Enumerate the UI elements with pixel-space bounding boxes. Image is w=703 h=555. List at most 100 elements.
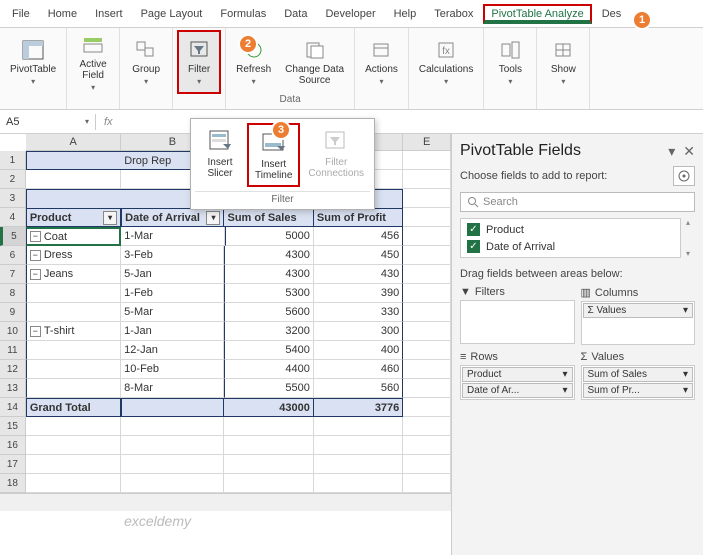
cell[interactable]: −Jeans [26, 265, 121, 284]
row-header[interactable]: 7 [0, 265, 26, 284]
row-header[interactable]: 9 [0, 303, 26, 322]
tools-button[interactable]: Tools ▾ [488, 30, 532, 94]
tab-file[interactable]: File [4, 4, 38, 24]
cell[interactable] [121, 474, 224, 493]
columns-area[interactable]: Σ Values▾ [581, 301, 696, 345]
cell[interactable] [26, 379, 121, 398]
row-header[interactable]: 12 [0, 360, 26, 379]
cell[interactable] [26, 417, 121, 436]
row-header[interactable]: 15 [0, 417, 26, 436]
gear-icon[interactable] [673, 166, 695, 186]
product-header[interactable]: Product▾ [26, 208, 121, 227]
area-item[interactable]: Product▾ [462, 367, 573, 382]
cell[interactable] [403, 189, 451, 208]
fx-icon[interactable]: fx [96, 116, 121, 128]
cell[interactable]: 4300 [224, 246, 313, 265]
cell[interactable] [403, 208, 451, 227]
cell[interactable]: 5300 [224, 284, 313, 303]
cell[interactable]: 8-Mar [121, 379, 224, 398]
cell[interactable]: 5500 [224, 379, 313, 398]
cell[interactable]: 5400 [224, 341, 313, 360]
cell[interactable]: −Dress [26, 246, 121, 265]
cell[interactable] [26, 284, 121, 303]
cell[interactable] [403, 303, 451, 322]
tab-insert[interactable]: Insert [87, 4, 131, 24]
cell[interactable] [26, 170, 121, 189]
row-header[interactable]: 13 [0, 379, 26, 398]
area-item[interactable]: Date of Ar...▾ [462, 383, 573, 398]
cell[interactable]: −Coat [26, 227, 121, 246]
row-header[interactable]: 2 [0, 170, 26, 189]
cell[interactable] [403, 436, 451, 455]
cell[interactable] [403, 341, 451, 360]
sum-profit-header[interactable]: Sum of Profit [314, 208, 403, 227]
cell[interactable] [403, 360, 451, 379]
row-header[interactable]: 4 [0, 208, 26, 227]
horizontal-scrollbar[interactable] [0, 493, 451, 511]
grand-total-label[interactable]: Grand Total [26, 398, 121, 417]
filters-area[interactable] [460, 300, 575, 344]
cell[interactable]: 1-Mar [121, 227, 224, 246]
cell[interactable]: 456 [314, 227, 403, 246]
cell[interactable] [26, 360, 121, 379]
sum-sales-header[interactable]: Sum of Sales [224, 208, 313, 227]
cell[interactable] [26, 436, 121, 455]
group-button[interactable]: Group ▾ [124, 30, 168, 94]
cell[interactable] [26, 303, 121, 322]
cell[interactable] [26, 341, 121, 360]
cell[interactable]: 12-Jan [121, 341, 224, 360]
row-header[interactable]: 10 [0, 322, 26, 341]
field-item-date[interactable]: ✓Date of Arrival [463, 238, 678, 255]
date-header[interactable]: Date of Arrival▾ [121, 208, 224, 227]
cell[interactable] [403, 398, 451, 417]
field-list-scrollbar[interactable]: ▴▾ [681, 218, 695, 258]
cell[interactable] [403, 455, 451, 474]
tab-home[interactable]: Home [40, 4, 85, 24]
active-field-button[interactable]: Active Field ▾ [71, 30, 115, 94]
cell[interactable]: 1-Jan [121, 322, 224, 341]
tab-design[interactable]: Des [594, 4, 630, 24]
cell[interactable]: 450 [314, 246, 403, 265]
cell[interactable] [403, 265, 451, 284]
cell[interactable] [403, 284, 451, 303]
cell[interactable] [224, 417, 313, 436]
row-header[interactable]: 1 [0, 151, 26, 170]
tab-developer[interactable]: Developer [317, 4, 383, 24]
cell[interactable]: 330 [314, 303, 403, 322]
chevron-down-icon[interactable]: ▾ [668, 143, 675, 160]
collapse-icon[interactable]: − [30, 231, 41, 242]
rows-area[interactable]: Product▾ Date of Ar...▾ [460, 365, 575, 400]
col-header-a[interactable]: A [26, 134, 121, 151]
fields-search-input[interactable]: Search [460, 192, 695, 212]
filter-connections-button[interactable]: Filter Connections [302, 123, 370, 187]
row-header[interactable]: 5 [0, 227, 26, 246]
grand-total-profit[interactable]: 3776 [314, 398, 403, 417]
row-header[interactable]: 8 [0, 284, 26, 303]
cell[interactable] [224, 436, 313, 455]
row-header[interactable]: 17 [0, 455, 26, 474]
cell[interactable] [121, 417, 224, 436]
grand-total-sales[interactable]: 43000 [224, 398, 313, 417]
cell[interactable]: 4300 [224, 265, 313, 284]
show-button[interactable]: Show ▾ [541, 30, 585, 94]
change-data-source-button[interactable]: Change Data Source [279, 30, 350, 94]
cell[interactable]: 390 [314, 284, 403, 303]
cell[interactable] [314, 436, 403, 455]
name-box[interactable]: A5 ▾ [0, 114, 96, 130]
cell[interactable] [121, 398, 224, 417]
cell[interactable]: 5-Mar [121, 303, 224, 322]
area-item[interactable]: Sum of Pr...▾ [583, 383, 694, 398]
cell[interactable]: 3-Feb [121, 246, 224, 265]
actions-button[interactable]: Actions ▾ [359, 30, 404, 94]
cell[interactable] [403, 322, 451, 341]
filter-button[interactable]: Filter ▾ [177, 30, 221, 94]
cell[interactable] [403, 379, 451, 398]
area-item[interactable]: Σ Values▾ [583, 303, 694, 318]
cell[interactable]: 10-Feb [121, 360, 224, 379]
cell[interactable] [26, 189, 121, 208]
cell[interactable]: 5600 [224, 303, 313, 322]
cell[interactable]: 5-Jan [121, 265, 224, 284]
cell[interactable] [121, 455, 224, 474]
cell[interactable] [26, 474, 121, 493]
field-item-product[interactable]: ✓Product [463, 221, 678, 238]
